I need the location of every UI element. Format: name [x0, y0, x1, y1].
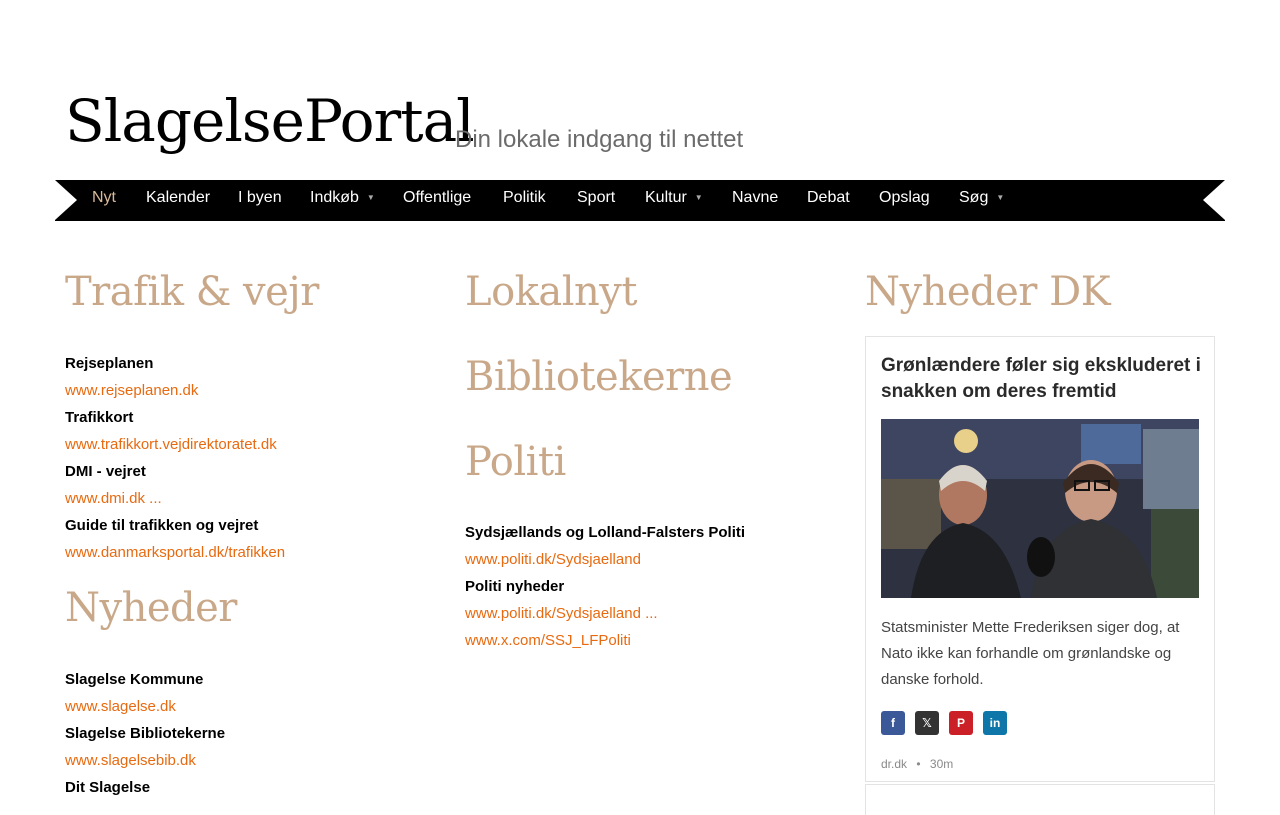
nav-item-indkob[interactable]: Indkøb ▼	[310, 180, 375, 221]
facebook-icon[interactable]: f	[881, 711, 905, 735]
link-label-sydsjaellands-politi: Sydsjællands og Lolland-Falsters Politi	[465, 524, 746, 541]
link-politi-nyheder[interactable]: www.politi.dk/Sydsjaelland ...	[465, 605, 658, 623]
link-x-ssj-lfpoliti[interactable]: www.x.com/SSJ_LFPoliti	[465, 632, 631, 650]
linkedin-icon[interactable]: in	[983, 711, 1007, 735]
news-card: Grønlændere føler sig ekskluderet i snak…	[865, 336, 1215, 782]
news-age: 30m	[929, 757, 954, 771]
link-label-slagelse-kommune: Slagelse Kommune	[65, 671, 204, 688]
nav-item-sog[interactable]: Søg ▼	[959, 180, 1004, 221]
news-source[interactable]: dr.dk	[881, 757, 907, 771]
link-politi-sydsjaelland[interactable]: www.politi.dk/Sydsjaelland	[465, 551, 641, 569]
nav-item-opslag[interactable]: Opslag	[879, 180, 930, 221]
nav-item-sport[interactable]: Sport	[577, 180, 615, 221]
nav-item-nyt[interactable]: Nyt	[92, 180, 116, 221]
nav-item-kultur[interactable]: Kultur ▼	[645, 180, 703, 221]
link-trafikkort[interactable]: www.trafikkort.vejdirektoratet.dk	[65, 436, 277, 454]
heading-lokalnyt: Lokalnyt	[465, 269, 637, 315]
link-danmarksportal[interactable]: www.danmarksportal.dk/trafikken	[65, 544, 285, 562]
heading-nyheder: Nyheder	[65, 585, 237, 631]
news-image[interactable]	[881, 419, 1199, 598]
link-label-dit-slagelse: Dit Slagelse	[65, 779, 151, 796]
main-navigation: Nyt Kalender I byen Indkøb ▼ Offentlige P…	[55, 180, 1225, 221]
link-label-trafikkort: Trafikkort	[65, 409, 134, 426]
nav-left-notch	[55, 180, 77, 220]
nav-item-i-byen[interactable]: I byen	[238, 180, 282, 221]
news-summary: Statsminister Mette Frederiksen siger do…	[881, 619, 1180, 688]
chevron-down-icon: ▼	[996, 193, 1005, 202]
heading-bibliotekerne: Bibliotekerne	[465, 354, 733, 400]
link-label-guide: Guide til trafikken og vejret	[65, 517, 259, 534]
x-icon[interactable]: 𝕏	[915, 711, 939, 735]
link-label-dmi: DMI - vejret	[65, 463, 146, 480]
link-slagelsebib[interactable]: www.slagelsebib.dk	[65, 752, 196, 770]
chevron-down-icon: ▼	[694, 193, 703, 202]
nav-item-navne[interactable]: Navne	[732, 180, 778, 221]
heading-nyheder-dk: Nyheder DK	[865, 269, 1111, 315]
nav-right-notch	[1203, 180, 1225, 220]
site-tagline: Din lokale indgang til nettet	[455, 126, 744, 153]
link-rejseplanen[interactable]: www.rejseplanen.dk	[65, 382, 198, 400]
news-photo	[881, 419, 1199, 598]
nav-item-politik[interactable]: Politik	[503, 180, 546, 221]
news-meta: dr.dk • 30m	[881, 757, 953, 771]
link-label-politi-nyheder: Politi nyheder	[465, 578, 565, 595]
chevron-down-icon: ▼	[366, 193, 375, 202]
link-slagelse[interactable]: www.slagelse.dk	[65, 698, 176, 716]
link-label-rejseplanen: Rejseplanen	[65, 355, 154, 372]
meta-separator: •	[916, 757, 921, 771]
heading-trafik-vejr: Trafik & vejr	[65, 269, 319, 315]
pinterest-icon[interactable]: P	[949, 711, 973, 735]
link-dmi[interactable]: www.dmi.dk ...	[65, 490, 162, 508]
nav-item-kalender[interactable]: Kalender	[146, 180, 210, 221]
nav-item-debat[interactable]: Debat	[807, 180, 850, 221]
news-title[interactable]: Grønlændere føler sig ekskluderet i snak…	[881, 353, 1201, 405]
nav-item-offentlige[interactable]: Offentlige	[403, 180, 471, 221]
site-title[interactable]: SlagelsePortal	[65, 92, 475, 150]
link-label-slagelse-bibliotekerne: Slagelse Bibliotekerne	[65, 725, 226, 742]
heading-politi: Politi	[465, 439, 566, 485]
